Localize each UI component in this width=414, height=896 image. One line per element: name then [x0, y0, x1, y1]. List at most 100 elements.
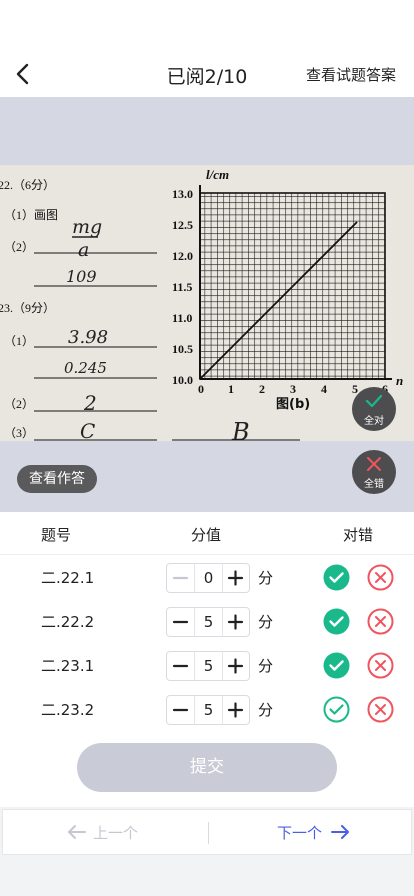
arrow-left-icon [68, 825, 86, 839]
score-unit: 分 [258, 569, 274, 587]
header: 已阅2/10 查看试题答案 [0, 0, 414, 97]
x-tick-4: 4 [321, 382, 327, 396]
view-answers-link[interactable]: 查看试题答案 [306, 64, 396, 85]
score-value[interactable]: 0 [194, 564, 223, 592]
plus-icon [227, 658, 244, 674]
minus-icon [172, 620, 189, 624]
nav-divider [208, 822, 209, 844]
mark-correct-button[interactable] [323, 652, 350, 679]
next-button[interactable]: 下一个 [277, 822, 350, 843]
score-stepper: 5 [166, 695, 250, 725]
score-stepper: 0 [166, 563, 250, 593]
graph-x-label: n [396, 373, 403, 388]
handwritten-c: C [80, 419, 95, 441]
x-tick-1: 1 [228, 382, 234, 396]
close-circle-icon [367, 696, 394, 727]
y-tick-11-0: 11.0 [172, 311, 192, 325]
score-unit: 分 [258, 701, 274, 719]
handwritten-109: 109 [66, 267, 97, 286]
q22-1-label: （1）画图 [4, 208, 58, 222]
col-question: 题号 [41, 526, 72, 544]
y-tick-10-0: 10.0 [172, 373, 193, 387]
all-wrong-button[interactable]: 全错 [352, 450, 396, 494]
mark-wrong-button[interactable] [367, 652, 394, 679]
plus-icon [227, 702, 244, 718]
table-row: 二.22.1 0 分 [0, 555, 414, 599]
all-correct-button[interactable]: 全对 [352, 387, 396, 431]
increase-score-button[interactable] [222, 608, 249, 636]
all-wrong-label: 全错 [364, 479, 384, 490]
mark-correct-button[interactable] [323, 564, 350, 591]
col-score: 分值 [191, 526, 222, 544]
check-circle-icon [323, 696, 350, 727]
bottom-nav: 上一个 下一个 [0, 807, 414, 896]
question-number: 二.23.1 [41, 657, 95, 675]
handwritten-0-245: 0.245 [64, 359, 107, 377]
decrease-score-button [167, 564, 194, 592]
score-stepper: 5 [166, 651, 250, 681]
table-header: 题号 分值 对错 [0, 512, 414, 555]
score-value[interactable]: 5 [194, 696, 223, 724]
grading-panel: 题号 分值 对错 二.22.1 0 分二.22.2 5 分二.23.1 5 分二.23.2 5… [0, 512, 414, 807]
graph-y-label: l/cm [206, 167, 229, 182]
q22-label: 22.（6分） [0, 178, 55, 192]
y-tick-12-0: 12.0 [172, 249, 193, 263]
mark-correct-button[interactable] [323, 608, 350, 635]
next-label: 下一个 [277, 824, 323, 842]
q23-1-label: （1） [4, 334, 34, 348]
q23-label: 23.（9分） [0, 301, 55, 315]
check-circle-icon [323, 608, 350, 639]
arrow-right-icon [331, 825, 350, 839]
y-tick-12-5: 12.5 [172, 218, 193, 232]
table-row: 二.23.1 5 分 [0, 643, 414, 687]
nav-bar: 上一个 下一个 [2, 809, 412, 855]
close-circle-icon [367, 652, 394, 683]
decrease-score-button[interactable] [167, 608, 194, 636]
y-tick-11-5: 11.5 [172, 280, 192, 294]
minus-icon [172, 576, 189, 580]
minus-icon [172, 708, 189, 712]
table-row: 二.23.2 5 分 [0, 687, 414, 731]
score-value[interactable]: 5 [194, 652, 223, 680]
y-tick-13-0: 13.0 [172, 187, 193, 201]
x-tick-0: 0 [198, 382, 204, 396]
increase-score-button[interactable] [222, 564, 249, 592]
score-unit: 分 [258, 657, 274, 675]
mark-wrong-button[interactable] [367, 608, 394, 635]
minus-icon [172, 664, 189, 668]
handwritten-numerator: mg [72, 216, 102, 238]
score-stepper: 5 [166, 607, 250, 637]
submit-button[interactable]: 提交 [77, 743, 337, 792]
q23-2-label: （2） [4, 397, 34, 411]
increase-score-button[interactable] [222, 696, 249, 724]
decrease-score-button[interactable] [167, 652, 194, 680]
question-number: 二.22.1 [41, 569, 95, 587]
q23-3-label: （3） [4, 426, 34, 440]
x-tick-2: 2 [259, 382, 265, 396]
score-value[interactable]: 5 [194, 608, 223, 636]
table-row: 二.22.2 5 分 [0, 599, 414, 643]
prev-label: 上一个 [93, 824, 139, 842]
all-correct-label: 全对 [364, 416, 384, 427]
mark-wrong-button[interactable] [367, 696, 394, 723]
answer-sheet-image[interactable]: 22.（6分） （1）画图 （2） mg a 109 23.（9分） （1） 3… [0, 165, 414, 441]
decrease-score-button[interactable] [167, 696, 194, 724]
close-circle-icon [367, 608, 394, 639]
mark-wrong-button[interactable] [367, 564, 394, 591]
handwritten-b: B [231, 418, 250, 441]
score-unit: 分 [258, 613, 274, 631]
graph-caption: 图(b) [276, 397, 310, 412]
y-tick-10-5: 10.5 [172, 342, 193, 356]
plus-icon [227, 614, 244, 630]
prev-button[interactable]: 上一个 [67, 822, 138, 843]
question-number: 二.22.2 [41, 613, 95, 631]
close-circle-icon [367, 564, 394, 595]
check-circle-icon [323, 652, 350, 683]
mark-correct-button[interactable] [323, 696, 350, 723]
view-answer-button[interactable]: 查看作答 [17, 465, 97, 493]
check-circle-icon [323, 564, 350, 595]
increase-score-button[interactable] [222, 652, 249, 680]
handwritten-denominator: a [78, 239, 89, 261]
handwritten-3-98: 3.98 [68, 327, 108, 348]
answer-image-area: 22.（6分） （1）画图 （2） mg a 109 23.（9分） （1） 3… [0, 97, 414, 512]
